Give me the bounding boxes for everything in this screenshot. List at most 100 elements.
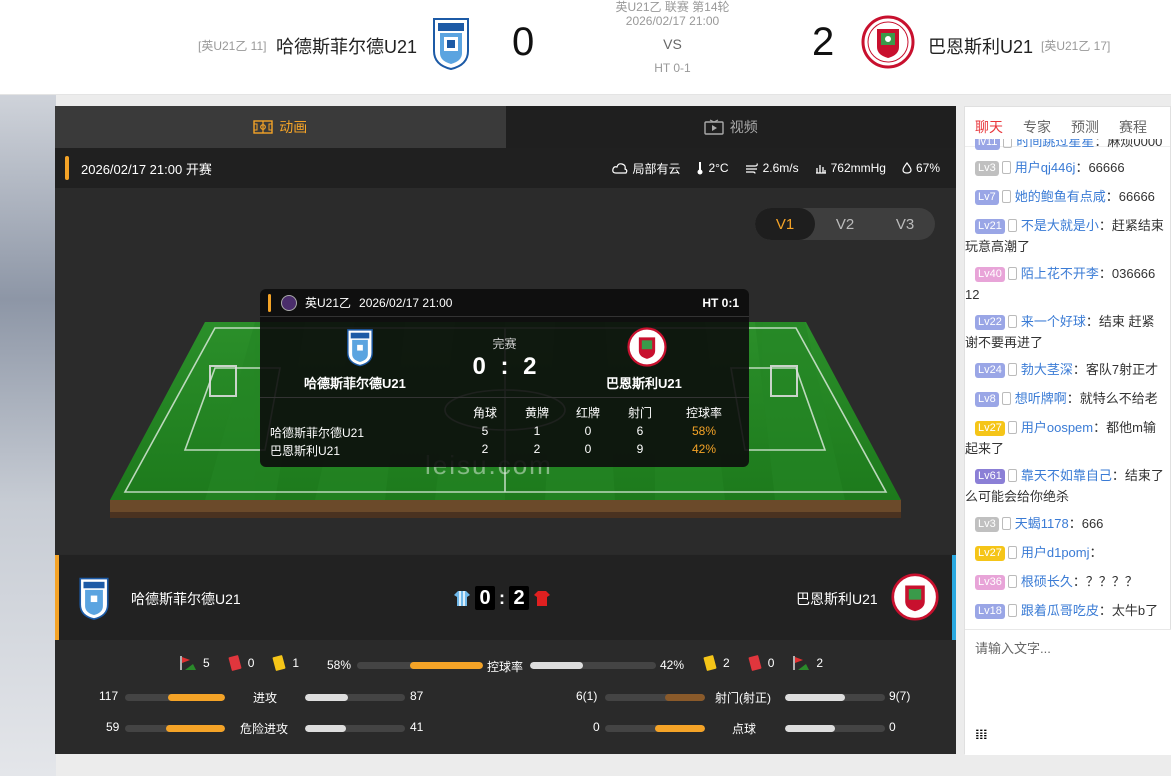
tab-chat[interactable]: 聊天	[965, 117, 1013, 137]
chat-username[interactable]: 勃大茎深	[1021, 362, 1073, 377]
chat-text: ：结束 赶紧	[1085, 314, 1155, 329]
tab-predictions[interactable]: 预测	[1061, 117, 1109, 137]
hdr-shots: 射门	[627, 406, 652, 420]
weather-info: 局部有云 2°C 2.6m/s 762mmHg 67%	[612, 148, 940, 188]
bar-home-crest-icon	[77, 575, 111, 624]
card-stat-row-home: 哈德斯菲尔德U21 5 1 0 6 58%	[260, 424, 749, 441]
phone-icon	[1001, 161, 1011, 174]
match-datetime: 2026/02/17 21:00	[625, 14, 720, 28]
away-yellow-cards: 2	[723, 656, 730, 670]
tab-video[interactable]: 视频	[505, 106, 956, 148]
chat-username[interactable]: 时间跳过星星	[1016, 139, 1094, 149]
home-score: 0	[512, 20, 535, 64]
humidity: 67%	[915, 161, 940, 175]
chat-username[interactable]: 用户oospem	[1021, 420, 1093, 435]
chat-text: ：结束了	[1111, 468, 1164, 483]
bar-away-name: 巴恩斯利U21	[796, 591, 878, 607]
chat-message: Lv8 想听牌啊：就特么不给老	[975, 388, 1171, 409]
chat-username[interactable]: 跟着瓜哥吃皮	[1021, 603, 1099, 618]
tab-animation[interactable]: 动画	[55, 106, 506, 148]
chat-username[interactable]: 靠天不如靠自己	[1021, 468, 1112, 483]
row-home-shots: 6	[636, 424, 644, 438]
corner-flag-icon	[793, 656, 810, 670]
chat-panel: 聊天 专家 预测 赛程 lv11 时间跳过星星：麻烦0000 Lv3 用户qj446j…	[964, 106, 1171, 755]
info-bar: 2026/02/17 21:00 开赛 局部有云 2°C 2.6m/s 762m…	[55, 148, 956, 188]
home-accent	[55, 555, 59, 640]
away-possession: 42%	[660, 658, 685, 672]
level-badge: Lv36	[975, 575, 1005, 590]
bar-score: 0 : 2	[453, 586, 551, 610]
chat-message: lv11 时间跳过星星：麻烦0000	[975, 139, 1171, 152]
pressure-icon	[815, 165, 826, 174]
tab-experts[interactable]: 专家	[1013, 117, 1061, 137]
away-team-name[interactable]: 巴恩斯利U21	[928, 33, 1033, 59]
hdr-yellow: 黄牌	[524, 406, 549, 420]
row-home-red: 0	[584, 424, 592, 438]
home-corners: 5	[203, 656, 210, 670]
row-home-possession: 58%	[691, 424, 717, 438]
away-accent	[952, 555, 956, 640]
phone-icon	[1007, 546, 1017, 559]
away-penalty: 0	[889, 720, 896, 734]
home-red-cards: 0	[247, 656, 255, 670]
chat-username[interactable]: 她的鲍鱼有点咸	[1015, 189, 1106, 204]
level-badge: Lv27	[975, 421, 1005, 436]
chat-text-continued: 玩意高潮了	[965, 239, 1031, 254]
kickoff-time: 2026/02/17 21:00 开赛	[81, 161, 212, 177]
home-team-name[interactable]: 哈德斯菲尔德U21	[276, 33, 417, 59]
chat-message: Lv24 勃大茎深：客队7射正才	[975, 359, 1171, 380]
chat-username[interactable]: 陌上花不开李	[1021, 266, 1099, 281]
attack-bar-home	[125, 694, 225, 701]
emoji-icon[interactable]: 𝍖	[975, 726, 988, 743]
chat-username[interactable]: 想听牌啊	[1015, 391, 1067, 406]
chat-text: ：？？？？	[1072, 574, 1138, 589]
row-home-corners: 5	[481, 424, 489, 438]
chat-username[interactable]: 来一个好球	[1021, 314, 1086, 329]
dangerous-bar-home	[125, 725, 225, 732]
chat-text: ：036666	[1098, 266, 1156, 281]
home-crest-icon[interactable]	[430, 15, 472, 74]
phone-icon	[1001, 190, 1011, 203]
air-pressure: 762mmHg	[830, 161, 886, 175]
chat-text: ：客队7射正才	[1072, 362, 1159, 377]
chat-username[interactable]: 不是大就是小	[1021, 218, 1099, 233]
temperature: 2°C	[708, 161, 729, 175]
away-crest-icon[interactable]	[861, 15, 915, 72]
chat-username[interactable]: 用户d1pomj	[1021, 545, 1090, 560]
humidity-icon	[902, 162, 912, 174]
shots-label: 射门(射正)	[715, 691, 771, 705]
match-header: [英U21乙 11] 哈德斯菲尔德U21 0 英U21乙 联赛 第14轮 202…	[0, 0, 1171, 95]
dangerous-label: 危险进攻	[240, 722, 289, 736]
chat-messages[interactable]: lv11 时间跳过星星：麻烦0000 Lv3 用户qj446j：66666 Lv7 她的鲍…	[965, 139, 1171, 629]
phone-icon	[1007, 604, 1017, 617]
halftime-score: HT 0-1	[654, 61, 691, 75]
card-stat-row-away: 巴恩斯利U21 2 2 0 9 42%	[260, 442, 749, 459]
chat-username[interactable]: 天蝎1178	[1015, 516, 1069, 531]
away-score: 2	[812, 20, 835, 64]
bar-home-score: 0	[475, 586, 495, 610]
home-cards-summary: 5 0 1	[179, 654, 299, 672]
tab-animation-label: 动画	[279, 119, 308, 135]
phone-icon	[1007, 219, 1017, 232]
chat-text: ：666	[1068, 516, 1104, 531]
score-bar: 哈德斯菲尔德U21 0 : 2 巴恩斯利U21	[55, 555, 956, 640]
chat-username[interactable]: 用户qj446j	[1015, 160, 1076, 175]
match-summary-card: 英U21乙 2026/02/17 21:00 HT 0:1 哈德斯菲尔德U21 …	[260, 289, 749, 467]
pitch-icon	[253, 120, 273, 134]
away-cards-summary: 2 0 2	[703, 654, 823, 672]
chat-username[interactable]: 根硕长久	[1021, 574, 1073, 589]
hdr-red: 红牌	[575, 406, 600, 420]
tab-schedule[interactable]: 赛程	[1109, 117, 1157, 137]
chat-input-placeholder: 请输入文字...	[975, 641, 1051, 656]
thermometer-icon	[697, 162, 703, 175]
chat-message: Lv7 她的鲍鱼有点咸：66666	[975, 186, 1171, 207]
home-jersey-icon	[454, 591, 470, 606]
home-penalty: 0	[593, 720, 600, 734]
chat-text: ：麻烦0000	[1094, 139, 1163, 149]
chat-input[interactable]: 请输入文字... 𝍖	[965, 629, 1171, 755]
home-dangerous: 59	[106, 720, 120, 734]
level-badge: Lv61	[975, 469, 1005, 484]
corner-flag-icon	[180, 656, 196, 670]
phone-icon	[1007, 267, 1017, 280]
level-badge: Lv8	[975, 392, 999, 407]
